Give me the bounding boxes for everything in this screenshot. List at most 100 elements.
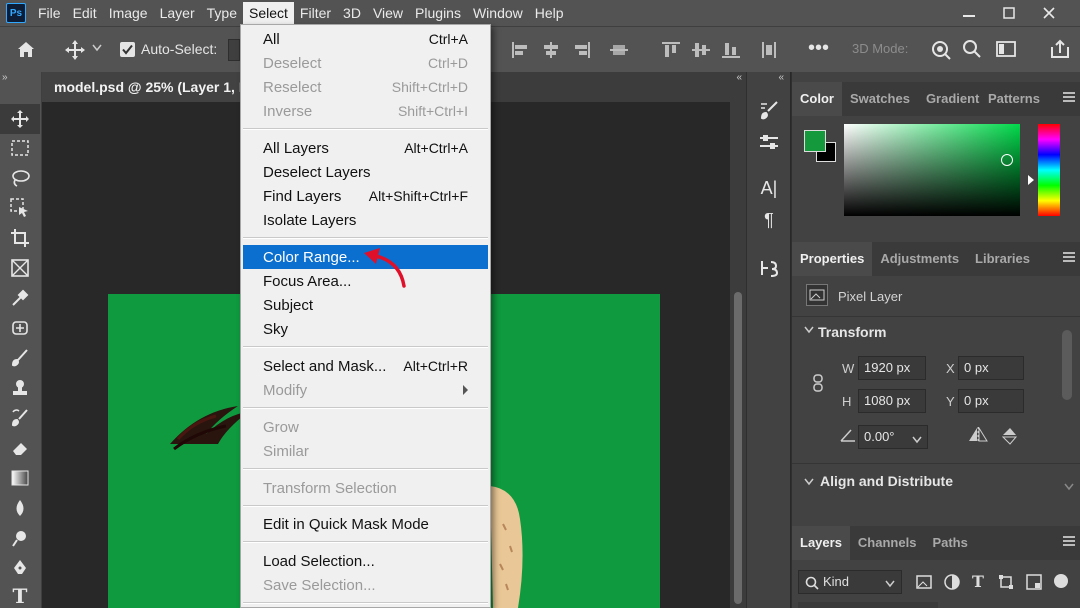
chevron-down-icon[interactable] — [804, 473, 814, 489]
filter-pixel-icon[interactable] — [916, 574, 932, 593]
menu-item-all[interactable]: All Ctrl+A — [243, 27, 488, 51]
collapse-arrows-icon[interactable]: « — [778, 72, 784, 83]
menu-help[interactable]: Help — [529, 2, 570, 24]
adjustments-sliders-icon[interactable] — [747, 126, 791, 158]
align-horizontal-icon[interactable] — [610, 42, 628, 58]
color-picker-marker[interactable] — [1001, 154, 1013, 166]
align-left-icon[interactable] — [512, 42, 530, 58]
chevron-down-icon[interactable] — [804, 325, 814, 337]
menu-item-select-and-mask[interactable]: Select and Mask... Alt+Ctrl+R — [243, 354, 488, 378]
tab-libraries[interactable]: Libraries — [967, 242, 1038, 276]
align-distribute-section-title[interactable]: Align and Distribute — [820, 473, 953, 489]
y-field[interactable]: 0 px — [958, 389, 1024, 413]
collapse-arrows-icon[interactable]: » — [2, 72, 8, 83]
chevron-down-icon[interactable] — [1064, 478, 1074, 494]
character-icon[interactable]: A| — [747, 172, 791, 204]
menu-window[interactable]: Window — [467, 2, 529, 24]
flip-horizontal-icon[interactable] — [968, 426, 988, 446]
auto-select-checkbox[interactable] — [120, 42, 135, 57]
menu-layer[interactable]: Layer — [154, 2, 201, 24]
align-center-icon[interactable] — [542, 42, 560, 58]
lasso-tool-icon[interactable] — [0, 163, 40, 193]
dodge-tool-icon[interactable] — [0, 523, 40, 553]
crop-tool-icon[interactable] — [0, 223, 40, 253]
healing-brush-tool-icon[interactable] — [0, 313, 40, 343]
menu-item-deselect-layers[interactable]: Deselect Layers — [243, 160, 488, 184]
type-tool-icon[interactable]: T — [0, 581, 40, 608]
panel-menu-icon[interactable] — [1063, 92, 1075, 104]
align-top-icon[interactable] — [662, 42, 680, 58]
menu-item-reselect[interactable]: Reselect Shift+Ctrl+D — [243, 75, 488, 99]
menu-item-load-selection[interactable]: Load Selection... — [243, 549, 488, 573]
menu-view[interactable]: View — [367, 2, 409, 24]
menu-filter[interactable]: Filter — [294, 2, 337, 24]
flip-vertical-icon[interactable] — [1001, 427, 1018, 448]
gradient-tool-icon[interactable] — [0, 463, 40, 493]
marquee-tool-icon[interactable] — [0, 133, 40, 163]
share-icon[interactable] — [1050, 39, 1070, 64]
canvas-scrollbar[interactable] — [730, 102, 746, 608]
search-icon[interactable] — [962, 39, 982, 64]
menu-image[interactable]: Image — [103, 2, 154, 24]
tab-gradients[interactable]: Gradients — [918, 82, 980, 116]
more-options-icon[interactable]: ••• — [808, 37, 829, 60]
menu-file[interactable]: File — [32, 2, 67, 24]
home-icon[interactable] — [16, 39, 36, 64]
transform-section-title[interactable]: Transform — [818, 324, 886, 340]
properties-scrollbar[interactable] — [1062, 330, 1072, 400]
link-dimensions-icon[interactable] — [812, 374, 824, 395]
pen-tool-icon[interactable] — [0, 553, 40, 583]
close-icon[interactable] — [1026, 0, 1072, 26]
height-field[interactable]: 1080 px — [858, 389, 926, 413]
eraser-tool-icon[interactable] — [0, 433, 40, 463]
move-tool[interactable] — [0, 104, 40, 134]
filter-type-icon[interactable]: T — [972, 572, 984, 591]
menu-item-find-layers[interactable]: Find Layers Alt+Shift+Ctrl+F — [243, 184, 488, 208]
menu-plugins[interactable]: Plugins — [409, 2, 467, 24]
tab-color[interactable]: Color — [792, 82, 842, 116]
paragraph-icon[interactable]: ¶ — [747, 204, 791, 236]
scrollbar-thumb[interactable] — [734, 292, 742, 604]
foreground-color-swatch[interactable] — [804, 130, 826, 152]
x-field[interactable]: 0 px — [958, 356, 1024, 380]
object-select-tool-icon[interactable] — [0, 193, 40, 223]
menu-item-all-layers[interactable]: All Layers Alt+Ctrl+A — [243, 136, 488, 160]
menu-item-deselect[interactable]: Deselect Ctrl+D — [243, 51, 488, 75]
brush-tool-icon[interactable] — [0, 343, 40, 373]
filter-adjustment-icon[interactable] — [944, 574, 960, 593]
align-right-icon[interactable] — [572, 42, 590, 58]
menu-type[interactable]: Type — [201, 2, 243, 24]
tab-adjustments[interactable]: Adjustments — [872, 242, 967, 276]
chevron-down-icon[interactable] — [912, 431, 922, 447]
eyedropper-tool-icon[interactable] — [0, 283, 40, 313]
menu-item-subject[interactable]: Subject — [243, 293, 488, 317]
filter-shape-icon[interactable] — [998, 574, 1014, 593]
hue-slider[interactable] — [1038, 124, 1060, 216]
collapse-arrows-icon[interactable]: « — [736, 72, 742, 83]
filter-toggle-icon[interactable] — [1054, 574, 1068, 588]
width-field[interactable]: 1920 px — [858, 356, 926, 380]
workspace-icon[interactable] — [996, 39, 1018, 64]
menu-3d[interactable]: 3D — [337, 2, 367, 24]
menu-item-grow[interactable]: Grow — [243, 415, 488, 439]
tab-paths[interactable]: Paths — [924, 526, 975, 560]
tab-patterns[interactable]: Patterns — [980, 82, 1048, 116]
panel-menu-icon[interactable] — [1063, 536, 1075, 548]
color-field[interactable] — [844, 124, 1020, 216]
hue-slider-pointer-icon[interactable] — [1028, 175, 1034, 185]
menu-item-transform-selection[interactable]: Transform Selection — [243, 476, 488, 500]
clone-stamp-tool-icon[interactable] — [0, 373, 40, 403]
menu-edit[interactable]: Edit — [67, 2, 103, 24]
align-bottom-icon[interactable] — [722, 42, 740, 58]
3d-orbit-icon[interactable] — [930, 39, 952, 66]
distribute-icon[interactable] — [760, 42, 778, 58]
tab-channels[interactable]: Channels — [850, 526, 925, 560]
menu-item-save-selection[interactable]: Save Selection... — [243, 573, 488, 597]
blur-tool-icon[interactable] — [0, 493, 40, 523]
glyphs-icon[interactable] — [747, 252, 791, 284]
frame-tool-icon[interactable] — [0, 253, 40, 283]
menu-select[interactable]: Select — [243, 2, 294, 24]
filter-smart-object-icon[interactable] — [1026, 574, 1042, 593]
menu-item-modify[interactable]: Modify — [243, 378, 488, 402]
menu-item-inverse[interactable]: Inverse Shift+Ctrl+I — [243, 99, 488, 123]
